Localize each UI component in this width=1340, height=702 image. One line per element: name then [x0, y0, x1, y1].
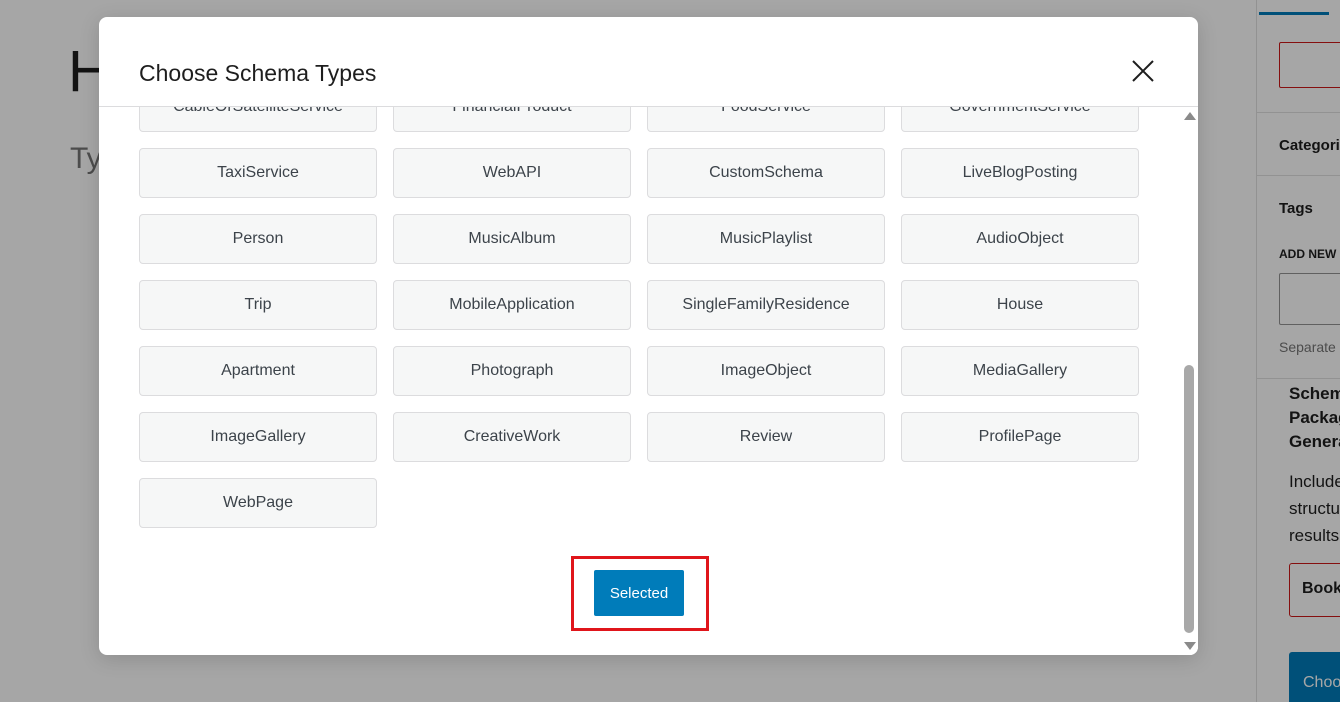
schema-type-option[interactable]: Person	[139, 214, 377, 264]
schema-type-option[interactable]: Review	[647, 412, 885, 462]
schema-type-option[interactable]: MusicPlaylist	[647, 214, 885, 264]
scroll-down-arrow-icon[interactable]	[1184, 642, 1196, 650]
schema-type-option[interactable]: GovernmentService	[901, 107, 1139, 132]
schema-type-option[interactable]: CableOrSatelliteService	[139, 107, 377, 132]
schema-type-option[interactable]: ImageGallery	[139, 412, 377, 462]
modal-scrollbar[interactable]	[1181, 107, 1198, 655]
schema-type-option[interactable]: WebPage	[139, 478, 377, 528]
modal-body: CableOrSatelliteService FinancialProduct F…	[99, 107, 1181, 655]
schema-type-option[interactable]: Trip	[139, 280, 377, 330]
close-icon[interactable]	[1128, 56, 1158, 86]
modal-header: Choose Schema Types	[99, 17, 1198, 107]
schema-type-option[interactable]: WebAPI	[393, 148, 631, 198]
schema-type-option[interactable]: MobileApplication	[393, 280, 631, 330]
scroll-up-arrow-icon[interactable]	[1184, 112, 1196, 120]
schema-type-option[interactable]: AudioObject	[901, 214, 1139, 264]
schema-type-option[interactable]: FoodService	[647, 107, 885, 132]
schema-type-option[interactable]: House	[901, 280, 1139, 330]
close-x-icon	[1132, 60, 1154, 82]
schema-type-option[interactable]: Photograph	[393, 346, 631, 396]
schema-type-option[interactable]: MusicAlbum	[393, 214, 631, 264]
selected-button[interactable]: Selected	[594, 570, 684, 616]
schema-type-option[interactable]: SingleFamilyResidence	[647, 280, 885, 330]
modal-title: Choose Schema Types	[139, 60, 377, 86]
scrollbar-thumb[interactable]	[1184, 365, 1194, 633]
schema-type-option[interactable]: MediaGallery	[901, 346, 1139, 396]
schema-type-grid: CableOrSatelliteService FinancialProduct F…	[139, 107, 1139, 528]
schema-type-option[interactable]: Apartment	[139, 346, 377, 396]
schema-type-option[interactable]: CustomSchema	[647, 148, 885, 198]
schema-type-option[interactable]: ProfilePage	[901, 412, 1139, 462]
schema-type-option[interactable]: FinancialProduct	[393, 107, 631, 132]
schema-type-option[interactable]: ImageObject	[647, 346, 885, 396]
schema-type-option[interactable]: TaxiService	[139, 148, 377, 198]
choose-schema-modal: Choose Schema Types CableOrSatelliteServ…	[99, 17, 1198, 655]
schema-type-option[interactable]: LiveBlogPosting	[901, 148, 1139, 198]
schema-type-option[interactable]: CreativeWork	[393, 412, 631, 462]
